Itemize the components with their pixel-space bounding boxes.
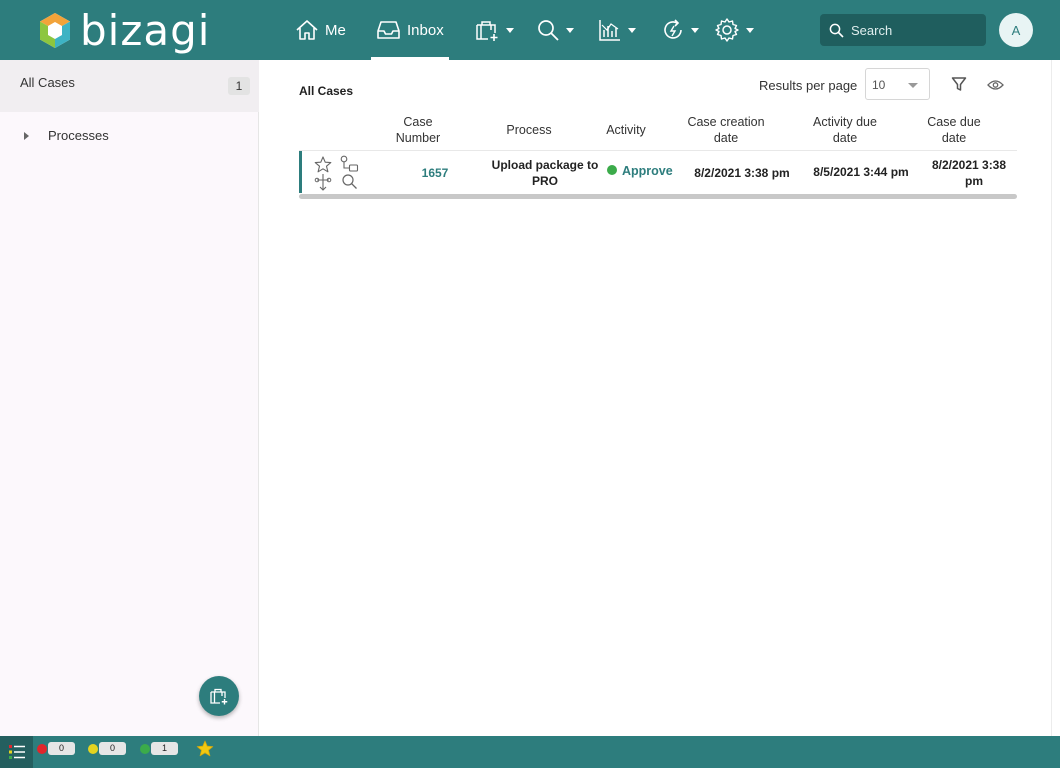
nav-refresh[interactable] [661,0,699,60]
column-header-case-due-date[interactable]: Case due date [918,114,990,146]
inbox-icon [377,21,400,39]
activity-link[interactable]: Approve [622,164,673,178]
search-placeholder: Search [851,22,893,38]
at-risk-count: 0 [99,742,126,755]
nav-settings[interactable] [714,0,754,60]
sidebar-item-all-cases[interactable]: All Cases 1 [0,60,259,112]
sidebar: All Cases 1 Processes [0,60,259,736]
yellow-status-dot [88,743,98,754]
search-icon [538,20,559,41]
activity-status-dot [607,165,617,175]
chevron-down-icon [506,27,514,33]
home-icon [296,20,318,40]
count-badge: 1 [228,77,250,95]
sidebar-item-label: Processes [48,128,109,143]
chevron-down-icon [628,27,636,33]
process-cell: Upload package to PRO [491,158,599,188]
on-time-counter[interactable]: 1 [140,742,178,755]
nav-search-menu[interactable] [536,0,574,60]
list-menu-icon [8,745,25,759]
nav-inbox[interactable]: Inbox [371,0,449,60]
new-case-fab[interactable] [199,676,239,716]
bizagi-logo[interactable]: bizagi [38,6,210,56]
column-header-activity[interactable]: Activity [596,122,656,138]
top-navbar: bizagi Me Inbox Search A [0,0,1060,60]
on-time-count: 1 [151,742,178,755]
case-due-date-cell: 8/2/2021 3:38 pm [931,158,1007,188]
chevron-down-icon [746,27,754,33]
sidebar-item-processes[interactable]: Processes [24,128,109,143]
eye-icon [987,80,1004,90]
expand-arrow-icon[interactable] [24,131,29,140]
chevron-down-icon [691,27,699,33]
chevron-down-icon [908,83,918,88]
column-header-activity-due-date[interactable]: Activity due date [800,114,890,146]
overdue-count: 0 [48,742,75,755]
overdue-counter[interactable]: 0 [37,742,75,755]
process-map-icon[interactable] [340,155,359,174]
nav-new-case[interactable] [474,0,514,60]
nav-inbox-label: Inbox [407,21,444,39]
results-per-page-label: Results per page [759,78,858,93]
bottom-status-bar: 0 0 1 [0,736,1060,768]
menu-toggle-button[interactable] [0,736,33,768]
workflow-icon[interactable] [314,173,332,191]
results-per-page-select[interactable]: 10 [865,68,930,100]
chevron-down-icon [566,27,574,33]
user-avatar[interactable]: A [999,13,1033,47]
new-case-icon [210,688,228,705]
search-icon [829,23,844,38]
table-header-divider [299,150,1017,151]
filter-icon [951,77,967,91]
nav-analysis[interactable] [598,0,636,60]
column-header-process[interactable]: Process [489,122,569,138]
horizontal-scrollbar[interactable] [299,194,1017,199]
column-header-case-creation-date[interactable]: Case creation date [676,114,776,146]
search-icon[interactable] [341,173,358,190]
page-title: All Cases [299,84,354,98]
star-outline-icon[interactable] [314,156,332,173]
new-case-icon [476,21,498,41]
case-number-link[interactable]: 1657 [405,165,465,181]
global-search-input[interactable]: Search [820,14,986,46]
results-per-page-value: 10 [872,78,886,92]
green-status-dot [140,743,150,754]
activity-due-date-cell: 8/5/2021 3:44 pm [813,165,909,179]
filter-button[interactable] [951,76,967,97]
favorites-star-icon[interactable] [196,740,214,757]
case-creation-date-cell: 8/2/2021 3:38 pm [694,166,790,180]
nav-me[interactable]: Me [295,0,346,60]
bizagi-logo-icon [40,13,70,48]
view-columns-button[interactable] [987,78,1004,96]
column-header-case-number[interactable]: Case Number [388,114,448,146]
row-selection-accent [299,151,302,193]
sidebar-item-label: All Cases [20,75,75,90]
vertical-scrollbar-track[interactable] [1051,60,1060,736]
chart-icon [599,20,620,41]
nav-me-label: Me [325,21,346,39]
red-status-dot [37,743,47,754]
brand-name: bizagi [80,6,211,55]
refresh-icon [664,19,682,39]
at-risk-counter[interactable]: 0 [88,742,126,755]
gear-icon [715,18,739,42]
